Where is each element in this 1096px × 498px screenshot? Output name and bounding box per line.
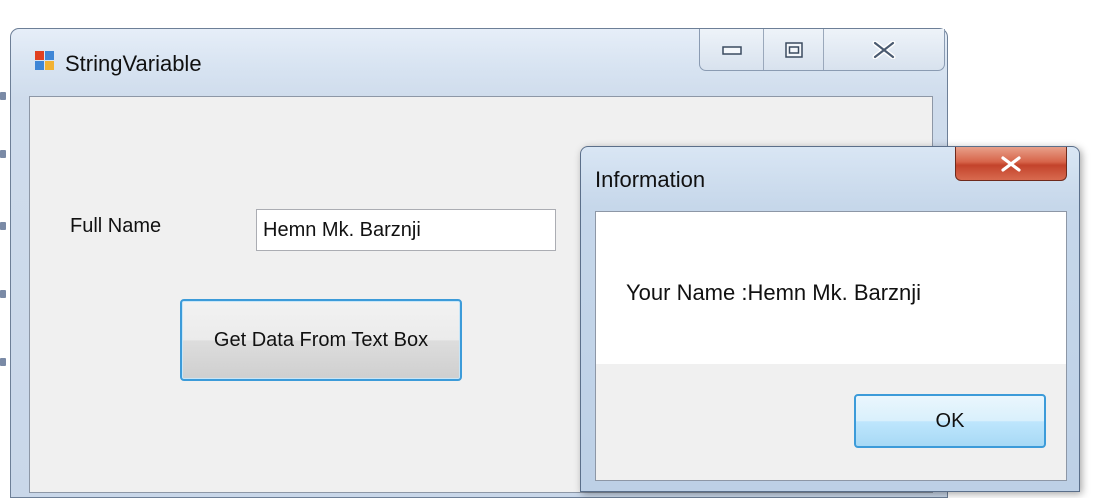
information-dialog: Information Your Name :Hemn Mk. Barznji … xyxy=(580,146,1080,492)
minimize-button[interactable] xyxy=(700,29,764,70)
window-title: StringVariable xyxy=(65,51,202,76)
desktop-fragment xyxy=(0,150,6,158)
full-name-input[interactable] xyxy=(256,209,556,251)
message-panel: Your Name :Hemn Mk. Barznji xyxy=(596,212,1066,364)
dialog-title: Information xyxy=(595,167,706,192)
dialog-body: Your Name :Hemn Mk. Barznji OK xyxy=(595,211,1067,481)
get-data-button[interactable]: Get Data From Text Box xyxy=(180,299,462,381)
close-icon xyxy=(1001,155,1021,172)
desktop-fragment xyxy=(0,92,6,100)
close-button[interactable] xyxy=(824,29,944,70)
dialog-close-button[interactable] xyxy=(955,147,1067,181)
maximize-button[interactable] xyxy=(764,29,824,70)
caption-buttons xyxy=(699,29,945,71)
dialog-message: Your Name :Hemn Mk. Barznji xyxy=(626,280,922,305)
maximize-icon xyxy=(784,41,803,58)
minimize-icon xyxy=(721,45,742,55)
app-icon[interactable] xyxy=(35,51,55,71)
desktop-fragment xyxy=(0,222,6,230)
desktop-fragment xyxy=(0,290,6,298)
close-icon xyxy=(872,40,896,59)
desktop-fragment xyxy=(0,358,6,366)
full-name-label: Full Name xyxy=(70,215,162,237)
ok-button[interactable]: OK xyxy=(854,394,1046,448)
